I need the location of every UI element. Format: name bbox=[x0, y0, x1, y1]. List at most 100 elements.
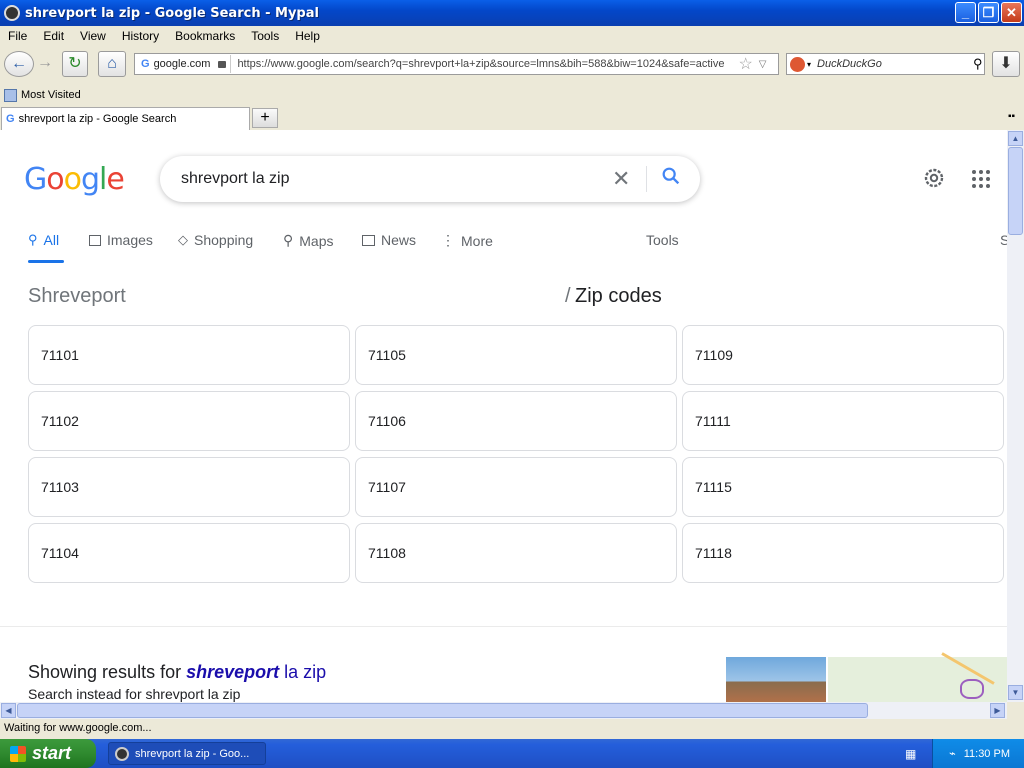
site-identity[interactable]: G google.com bbox=[137, 55, 232, 73]
tab-shopping[interactable]: ◇ Shopping bbox=[178, 232, 253, 248]
search-bar[interactable]: ▾ DuckDuckGo ⚲ bbox=[786, 53, 985, 75]
tab-all[interactable]: ⚲ All bbox=[28, 232, 59, 248]
zip-code-card[interactable]: 71107 bbox=[355, 457, 677, 517]
search-box[interactable]: shrevport la zip ✕ bbox=[160, 156, 700, 202]
new-tab-button[interactable]: + bbox=[252, 108, 278, 128]
menu-view[interactable]: View bbox=[72, 29, 114, 43]
search-placeholder: DuckDuckGo bbox=[817, 58, 882, 70]
news-icon bbox=[362, 234, 375, 246]
vertical-scrollbar[interactable]: ▲ ▼ bbox=[1007, 130, 1024, 702]
tab-bar: G shrevport la zip - Google Search + ▪▪ bbox=[0, 106, 1024, 130]
tab-maps-label: Maps bbox=[299, 232, 334, 249]
tab-news-label: News bbox=[381, 232, 417, 248]
url-dropdown-icon[interactable]: ▽ bbox=[759, 59, 767, 70]
zip-code-card[interactable]: 71101 bbox=[28, 325, 350, 385]
search-engine-dropdown-icon[interactable]: ▾ bbox=[807, 60, 811, 69]
tab-maps[interactable]: ⚲ Maps bbox=[283, 232, 334, 249]
showing-results: Showing results for shreveport la zip bbox=[28, 662, 326, 683]
location-heading[interactable]: Shreveport bbox=[28, 285, 126, 308]
start-button[interactable]: start bbox=[0, 739, 96, 768]
address-bar[interactable]: G google.com https://www.google.com/sear… bbox=[134, 53, 779, 75]
forward-button[interactable]: → bbox=[34, 51, 56, 77]
system-tray: ⌁ 11:30 PM bbox=[932, 739, 1024, 768]
safesearch-partial[interactable]: S bbox=[1000, 232, 1007, 248]
home-icon: ⌂ bbox=[107, 55, 117, 72]
horizontal-scroll-thumb[interactable] bbox=[17, 703, 868, 718]
vertical-scroll-thumb[interactable] bbox=[1008, 147, 1023, 235]
most-visited-bookmark[interactable]: Most Visited bbox=[21, 89, 81, 101]
scroll-right-arrow-icon[interactable]: ▶ bbox=[990, 703, 1005, 718]
back-button[interactable]: ← bbox=[4, 51, 34, 77]
corrected-word: shreveport bbox=[186, 662, 280, 682]
close-button[interactable]: ✕ bbox=[1001, 2, 1022, 23]
zip-code-card[interactable]: 71118 bbox=[682, 523, 1004, 583]
search-instead-link[interactable]: Search instead for shrevport la zip bbox=[28, 686, 240, 702]
bookmark-star-icon[interactable]: ☆ bbox=[738, 54, 752, 74]
tab-images[interactable]: Images bbox=[89, 232, 153, 248]
downloads-button[interactable]: ⬇ bbox=[992, 51, 1020, 77]
tab-list-icon[interactable]: ▪▪ bbox=[1008, 111, 1015, 122]
search-divider bbox=[646, 166, 647, 192]
maximize-button[interactable]: ❐ bbox=[978, 2, 999, 23]
zip-code-card[interactable]: 71115 bbox=[682, 457, 1004, 517]
map-thumbnail[interactable] bbox=[828, 652, 1007, 702]
zip-code-card[interactable]: 71106 bbox=[355, 391, 677, 451]
tools-button[interactable]: Tools bbox=[646, 232, 679, 248]
clear-icon[interactable]: ✕ bbox=[612, 166, 630, 192]
zip-code-card[interactable]: 71108 bbox=[355, 523, 677, 583]
search-tab-icon: ⚲ bbox=[28, 232, 38, 247]
lock-icon bbox=[218, 60, 227, 68]
zip-code-card[interactable]: 71104 bbox=[28, 523, 350, 583]
network-icon[interactable]: ⌁ bbox=[949, 747, 956, 760]
taskbar-item-browser[interactable]: shrevport la zip - Goo... bbox=[108, 742, 266, 765]
navigation-toolbar: ← → ↻ ⌂ G google.com https://www.google.… bbox=[0, 46, 1024, 82]
site-label: google.com bbox=[153, 58, 211, 70]
home-button[interactable]: ⌂ bbox=[98, 51, 126, 77]
apps-grid-icon[interactable] bbox=[970, 168, 992, 193]
menu-edit[interactable]: Edit bbox=[35, 29, 72, 43]
menu-bookmarks[interactable]: Bookmarks bbox=[167, 29, 243, 43]
google-favicon-icon: G bbox=[6, 113, 15, 125]
corrected-suffix: la zip bbox=[279, 662, 327, 682]
search-query[interactable]: shrevport la zip bbox=[181, 170, 290, 188]
horizontal-scrollbar[interactable]: ◀ ▶ bbox=[0, 702, 1007, 719]
scroll-up-arrow-icon[interactable]: ▲ bbox=[1008, 131, 1023, 146]
more-vertical-icon: ⋮ bbox=[441, 232, 455, 248]
keyboard-icon[interactable]: ▦ bbox=[905, 747, 916, 761]
zip-code-card[interactable]: 71105 bbox=[355, 325, 677, 385]
url-text[interactable]: https://www.google.com/search?q=shrevpor… bbox=[237, 58, 732, 70]
scroll-down-arrow-icon[interactable]: ▼ bbox=[1008, 685, 1023, 700]
zip-code-card[interactable]: 71103 bbox=[28, 457, 350, 517]
status-bar: Waiting for www.google.com... bbox=[0, 719, 1024, 739]
tab-news[interactable]: News bbox=[362, 232, 416, 248]
back-arrow-icon: ← bbox=[11, 55, 27, 72]
minimize-button[interactable]: _ bbox=[955, 2, 976, 23]
menu-help[interactable]: Help bbox=[287, 29, 328, 43]
taskbar: start shrevport la zip - Goo... ▦ ⌁ 11:3… bbox=[0, 739, 1024, 768]
tab-more[interactable]: ⋮ More bbox=[441, 232, 493, 249]
zip-code-card[interactable]: 71109 bbox=[682, 325, 1004, 385]
scroll-left-arrow-icon[interactable]: ◀ bbox=[1, 703, 16, 718]
safesearch-partial-label: S bbox=[1000, 232, 1007, 248]
corrected-query-link[interactable]: shreveport la zip bbox=[186, 662, 326, 682]
forward-arrow-icon: → bbox=[37, 54, 53, 71]
duckduckgo-icon bbox=[790, 56, 805, 72]
settings-gear-icon[interactable] bbox=[922, 166, 946, 193]
reload-button[interactable]: ↻ bbox=[62, 51, 88, 77]
google-logo[interactable]: Google bbox=[24, 162, 125, 197]
clock[interactable]: 11:30 PM bbox=[964, 748, 1010, 760]
menu-file[interactable]: File bbox=[0, 29, 35, 43]
search-submit-icon[interactable] bbox=[660, 165, 684, 189]
menu-history[interactable]: History bbox=[114, 29, 167, 43]
window-titlebar[interactable]: shrevport la zip - Google Search - Mypal… bbox=[0, 0, 1024, 26]
map-pin-icon: ⚲ bbox=[283, 232, 294, 248]
zip-code-card[interactable]: 71111 bbox=[682, 391, 1004, 451]
tab-google-search[interactable]: G shrevport la zip - Google Search bbox=[1, 107, 250, 130]
tools-label: Tools bbox=[646, 232, 679, 248]
menu-tools[interactable]: Tools bbox=[243, 29, 287, 43]
city-skyline-image[interactable] bbox=[726, 657, 826, 702]
zip-code-card[interactable]: 71102 bbox=[28, 391, 350, 451]
showing-prefix: Showing results for bbox=[28, 662, 187, 682]
search-icon[interactable]: ⚲ bbox=[973, 56, 983, 72]
windows-logo-icon bbox=[10, 745, 26, 762]
